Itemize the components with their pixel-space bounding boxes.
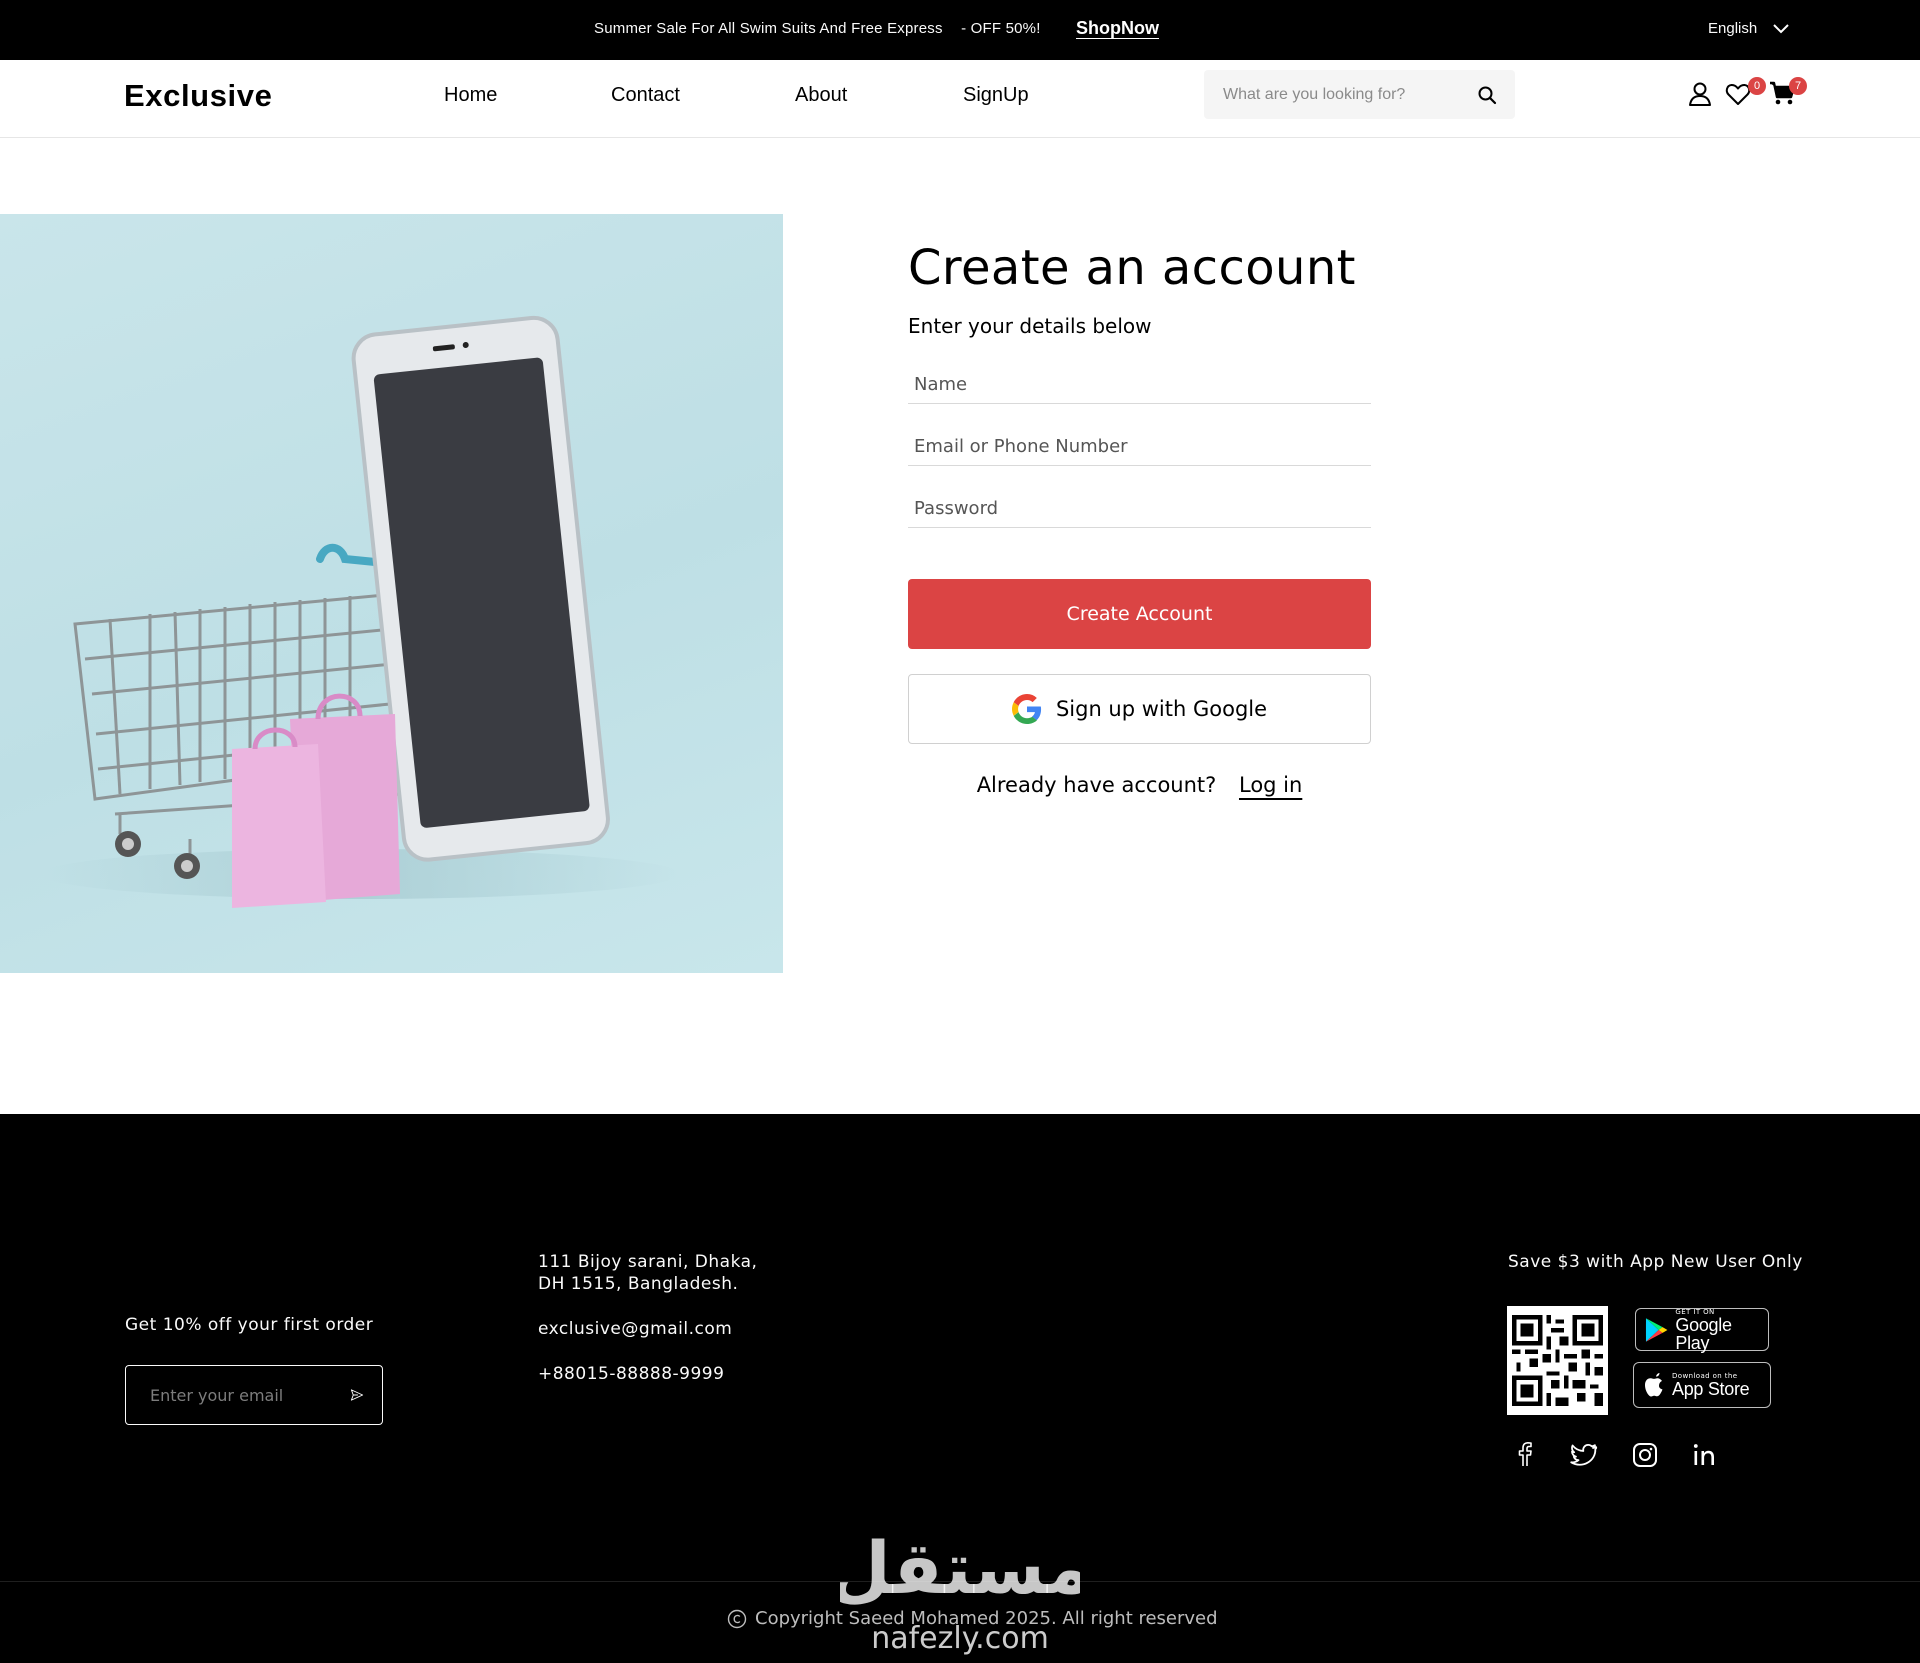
footer-col-support: Support 111 Bijoy sarani, Dhaka, DH 1515… bbox=[538, 1192, 757, 1384]
footer-subscribe-heading: Subscribe bbox=[125, 1256, 248, 1285]
account-links: My Account Login / Register Cart Wishlis… bbox=[911, 1250, 1051, 1500]
footer-link-privacy[interactable]: Privacy Policy bbox=[1200, 1250, 1364, 1300]
nav-home[interactable]: Home bbox=[444, 84, 497, 107]
footer-col-brand: Exclusive Subscribe Get 10% off your fir… bbox=[125, 1192, 373, 1335]
download-app-heading: Download App bbox=[1508, 1192, 1737, 1228]
quick-links: Privacy Policy Terms Of Use FAQ Contact bbox=[1200, 1250, 1364, 1450]
top-promo-bar: Summer Sale For All Swim Suits And Free … bbox=[0, 0, 1920, 60]
search-icon[interactable] bbox=[1477, 85, 1497, 105]
watermark-logo: مستقل nafezly.com bbox=[828, 1515, 1091, 1663]
nav-signup[interactable]: SignUp bbox=[963, 84, 1029, 107]
support-email[interactable]: exclusive@gmail.com bbox=[538, 1319, 757, 1339]
login-link[interactable]: Log in bbox=[1239, 773, 1302, 797]
form-title: Create an account bbox=[908, 240, 1356, 296]
google-play-badge[interactable]: GET IT ON Google Play bbox=[1635, 1308, 1769, 1353]
promo-message: Summer Sale For All Swim Suits And Free … bbox=[594, 20, 943, 37]
footer-link-contact[interactable]: Contact bbox=[1200, 1400, 1364, 1450]
hero-image bbox=[0, 214, 783, 973]
login-prompt: Already have account? Log in bbox=[908, 773, 1371, 797]
footer-link-cart[interactable]: Cart bbox=[911, 1350, 1051, 1400]
watermark-graphic: مستقل nafezly.com bbox=[828, 1526, 1091, 1656]
footer-link-terms[interactable]: Terms Of Use bbox=[1200, 1300, 1364, 1350]
app-store-big-text: App Store bbox=[1672, 1379, 1750, 1399]
app-store-badge[interactable]: Download on the App Store bbox=[1633, 1362, 1771, 1408]
app-offer-text: Save $3 with App New User Only bbox=[1508, 1252, 1803, 1272]
footer-offer-text: Get 10% off your first order bbox=[125, 1315, 374, 1335]
support-heading: Support bbox=[538, 1192, 663, 1228]
promo-discount: - OFF 50%! bbox=[961, 20, 1041, 37]
nav-contact[interactable]: Contact bbox=[611, 84, 680, 107]
email-field-wrapper bbox=[908, 404, 1371, 466]
copyright-icon bbox=[727, 1609, 747, 1628]
subscribe-email-box bbox=[125, 1365, 383, 1425]
password-field-wrapper bbox=[908, 466, 1371, 528]
footer-col-app: Download App Save $3 with App New User O… bbox=[1508, 1192, 1803, 1272]
qr-code-pattern bbox=[1512, 1315, 1603, 1406]
apple-icon bbox=[1645, 1373, 1663, 1397]
quick-link-heading: Quick Link bbox=[1200, 1192, 1364, 1228]
footer-link-my-account[interactable]: My Account bbox=[911, 1250, 1051, 1300]
address-line-2: DH 1515, Bangladesh. bbox=[538, 1274, 739, 1294]
chevron-down-icon bbox=[1773, 23, 1789, 33]
account-heading: Account bbox=[911, 1192, 1039, 1228]
promo-text: Summer Sale For All Swim Suits And Free … bbox=[594, 20, 1041, 37]
signup-form: Create an account Enter your details bel… bbox=[908, 240, 1371, 528]
instagram-icon[interactable] bbox=[1630, 1440, 1660, 1470]
facebook-icon[interactable] bbox=[1510, 1440, 1540, 1470]
nav-about[interactable]: About bbox=[795, 84, 847, 107]
name-input[interactable] bbox=[914, 374, 1364, 395]
footer-link-wishlist[interactable]: Wishlist bbox=[911, 1400, 1051, 1450]
main-header: Exclusive Home Contact About SignUp 0 7 bbox=[0, 60, 1920, 138]
google-play-big-text: Google Play bbox=[1675, 1314, 1732, 1353]
user-icon[interactable] bbox=[1686, 80, 1714, 108]
email-input[interactable] bbox=[914, 436, 1364, 457]
footer-col-quick-links: Quick Link Privacy Policy Terms Of Use F… bbox=[1200, 1192, 1364, 1450]
cart-badge: 7 bbox=[1789, 77, 1807, 95]
footer-col-account: Account My Account Login / Register Cart… bbox=[911, 1192, 1051, 1500]
address-line-1: 111 Bijoy sarani, Dhaka, bbox=[538, 1252, 758, 1272]
qr-code bbox=[1507, 1306, 1608, 1415]
language-selector[interactable]: English bbox=[1708, 20, 1789, 37]
form-subtitle: Enter your details below bbox=[908, 314, 1152, 338]
language-label: English bbox=[1708, 20, 1758, 37]
google-signup-button[interactable]: Sign up with Google bbox=[908, 674, 1371, 744]
footer-link-login-register[interactable]: Login / Register bbox=[911, 1300, 1051, 1350]
footer-link-shop[interactable]: Shop bbox=[911, 1450, 1051, 1500]
support-phone[interactable]: +88015-88888-9999 bbox=[538, 1364, 757, 1384]
google-button-label: Sign up with Google bbox=[1055, 697, 1268, 721]
watermark-latin-text: nafezly.com bbox=[871, 1621, 1049, 1656]
google-icon bbox=[1011, 694, 1042, 724]
subscribe-email-input[interactable] bbox=[150, 1385, 350, 1405]
twitter-icon[interactable] bbox=[1569, 1440, 1599, 1470]
send-icon[interactable] bbox=[350, 1381, 364, 1409]
logo[interactable]: Exclusive bbox=[124, 78, 272, 114]
name-field-wrapper bbox=[908, 342, 1371, 404]
create-account-button[interactable]: Create Account bbox=[908, 579, 1371, 649]
phone-cart-illustration bbox=[40, 315, 680, 908]
search-box bbox=[1204, 70, 1515, 119]
footer-link-faq[interactable]: FAQ bbox=[1200, 1350, 1364, 1400]
wishlist-badge: 0 bbox=[1748, 77, 1766, 95]
shop-now-link[interactable]: ShopNow bbox=[1076, 18, 1159, 39]
google-play-icon bbox=[1645, 1317, 1668, 1342]
already-have-account-text: Already have account? bbox=[976, 773, 1217, 797]
search-input[interactable] bbox=[1223, 85, 1477, 104]
watermark-arabic-text: مستقل bbox=[840, 1526, 1080, 1610]
linkedin-icon[interactable] bbox=[1690, 1440, 1720, 1470]
footer-brand: Exclusive bbox=[125, 1192, 273, 1228]
password-input[interactable] bbox=[914, 498, 1364, 519]
